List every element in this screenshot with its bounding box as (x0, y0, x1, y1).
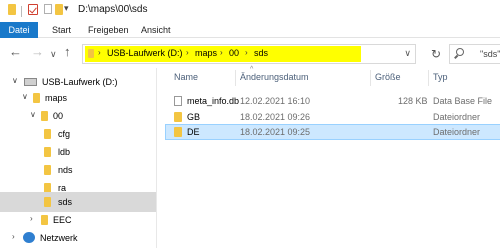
tree-item-label: sds (58, 197, 73, 207)
file-icon (174, 96, 182, 106)
tree-item-label: 00 (53, 111, 64, 121)
folder-icon (44, 129, 51, 139)
file-type: Dateiordner (433, 127, 481, 137)
tree-item-nds[interactable]: nds (0, 160, 156, 180)
file-row-meta-info[interactable]: meta_info.db 12.02.2021 16:10 128 KB Dat… (165, 93, 500, 109)
file-date: 18.02.2021 09:26 (240, 112, 311, 122)
new-folder-icon[interactable] (55, 4, 63, 15)
collapse-chevron-icon[interactable]: ∨ (30, 110, 36, 119)
divider (21, 6, 22, 17)
tab-freigeben[interactable]: Freigeben (88, 22, 129, 38)
tree-item-eec[interactable]: › EEC (0, 210, 156, 230)
tree-item-label: nds (58, 165, 73, 175)
tree-item-label: Netzwerk (40, 233, 78, 243)
file-row-gb[interactable]: GB 18.02.2021 09:26 Dateiordner (165, 109, 500, 125)
expand-chevron-icon[interactable]: › (30, 214, 33, 223)
window-title: D:\maps\00\sds (78, 4, 148, 15)
address-bar[interactable]: › USB-Laufwerk (D:) › maps › 00 › sds ∨ (82, 44, 416, 64)
folder-icon (41, 215, 48, 225)
file-size: 128 KB (398, 96, 428, 106)
expand-chevron-icon[interactable]: › (12, 232, 15, 241)
navigation-pane: ∨ USB-Laufwerk (D:) ∨ maps ∨ 00 cfg ldb … (0, 68, 156, 248)
folder-icon (44, 197, 51, 207)
folder-icon (33, 93, 40, 103)
breadcrumb-chevron-icon[interactable]: › (186, 48, 189, 57)
up-arrow-icon[interactable]: ↑ (64, 45, 71, 59)
search-icon (456, 48, 464, 56)
tab-ansicht[interactable]: Ansicht (141, 22, 171, 38)
title-bar: ▾ D:\maps\00\sds (0, 0, 500, 22)
ribbon: Datei Start Freigeben Ansicht (0, 22, 500, 38)
breadcrumb-drive[interactable]: USB-Laufwerk (D:) (107, 48, 183, 58)
column-header-date[interactable]: Änderungsdatum (240, 72, 309, 82)
folder-icon (44, 147, 51, 157)
folder-icon (174, 127, 182, 137)
file-type: Data Base File (433, 96, 493, 106)
file-name: DE (187, 127, 200, 137)
folder-icon (41, 111, 48, 121)
new-document-icon[interactable] (44, 4, 52, 14)
column-divider[interactable] (235, 70, 236, 86)
pane-divider[interactable] (156, 68, 157, 248)
tree-item-maps[interactable]: ∨ maps (0, 88, 156, 108)
breadcrumb-chevron-icon[interactable]: › (245, 48, 248, 57)
column-header-name[interactable]: Name (174, 72, 198, 82)
search-input[interactable]: "sds" (480, 49, 500, 59)
tree-item-label: ldb (58, 147, 71, 157)
breadcrumb-sds[interactable]: sds (254, 48, 268, 58)
address-folder-icon (88, 49, 94, 58)
refresh-icon[interactable]: ↻ (425, 45, 447, 63)
tree-item-netzwerk[interactable]: › Netzwerk (0, 228, 156, 248)
file-name: meta_info.db (187, 96, 240, 106)
breadcrumb-chevron-icon[interactable]: › (220, 48, 223, 57)
column-header-type[interactable]: Typ (433, 72, 448, 82)
properties-check-icon[interactable] (28, 4, 38, 15)
network-icon (23, 232, 35, 243)
quick-access-dropdown-icon[interactable]: ▾ (64, 3, 69, 14)
tree-item-sds[interactable]: sds (0, 192, 156, 212)
recent-chevron-icon[interactable]: ∨ (50, 47, 57, 61)
breadcrumb-chevron-icon[interactable]: › (98, 48, 101, 57)
file-date: 18.02.2021 09:25 (240, 127, 311, 137)
file-date: 12.02.2021 16:10 (240, 96, 311, 106)
navigation-bar: ← → ∨ ↑ › USB-Laufwerk (D:) › maps › 00 … (0, 38, 500, 68)
address-dropdown-icon[interactable]: ∨ (404, 48, 411, 59)
file-row-de[interactable]: DE 18.02.2021 09:25 Dateiordner (165, 124, 500, 140)
tree-item-ldb[interactable]: ldb (0, 142, 156, 162)
breadcrumb-maps[interactable]: maps (195, 48, 217, 58)
forward-arrow-icon[interactable]: → (31, 45, 44, 59)
tree-item-label: cfg (58, 129, 71, 139)
file-type: Dateiordner (433, 112, 481, 122)
file-name: GB (187, 112, 201, 122)
tree-item-cfg[interactable]: cfg (0, 124, 156, 144)
collapse-chevron-icon[interactable]: ∨ (22, 92, 28, 101)
tree-item-label: EEC (53, 215, 72, 225)
folder-icon (174, 112, 182, 122)
column-header-size[interactable]: Größe (375, 72, 401, 82)
tree-item-label: maps (45, 93, 68, 103)
collapse-chevron-icon[interactable]: ∨ (12, 76, 18, 85)
search-box[interactable]: "sds" (449, 44, 500, 64)
tree-item-00[interactable]: ∨ 00 (0, 106, 156, 126)
column-divider[interactable] (428, 70, 429, 86)
back-arrow-icon[interactable]: ← (9, 45, 22, 59)
breadcrumb-00[interactable]: 00 (229, 48, 239, 58)
window-folder-icon (8, 4, 16, 15)
tree-item-label: USB-Laufwerk (D:) (42, 77, 118, 87)
tab-start[interactable]: Start (52, 22, 71, 38)
tab-datei[interactable]: Datei (0, 22, 38, 38)
folder-icon (44, 165, 51, 175)
column-divider[interactable] (370, 70, 371, 86)
drive-icon (24, 78, 37, 86)
